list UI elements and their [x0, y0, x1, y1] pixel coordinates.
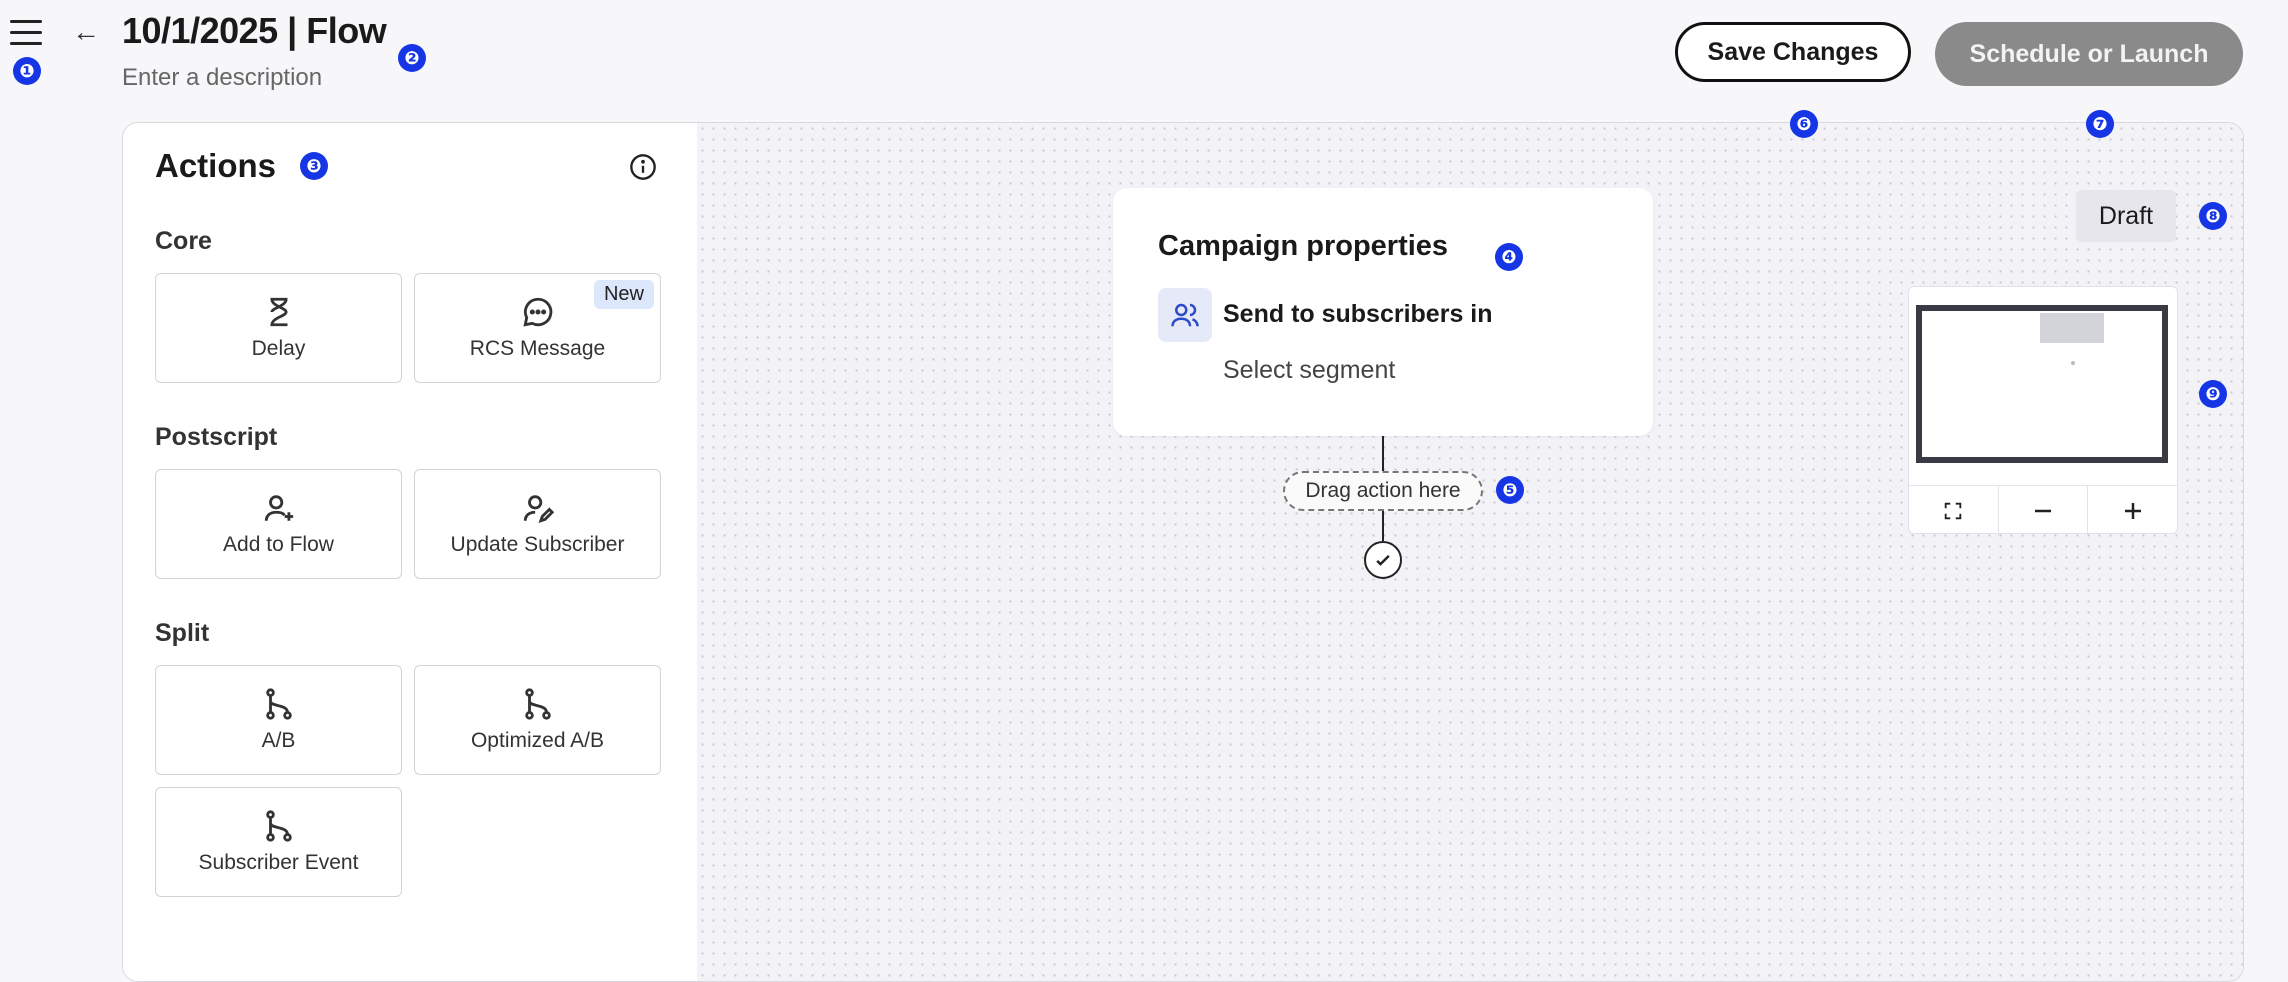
marker-9: ❾ — [2199, 380, 2227, 408]
schedule-launch-button[interactable]: Schedule or Launch — [1935, 22, 2243, 86]
action-label: Optimized A/B — [470, 729, 605, 752]
action-label: Add to Flow — [223, 533, 334, 556]
marker-4: ❹ — [1495, 243, 1523, 271]
action-add-to-flow[interactable]: Add to Flow — [155, 469, 402, 579]
actions-panel: Actions Core Delay New RCS Message Posts… — [123, 123, 698, 981]
users-icon — [1158, 288, 1212, 342]
section-title-split: Split — [155, 619, 210, 647]
hourglass-icon — [270, 297, 288, 327]
new-badge: New — [593, 280, 654, 309]
send-to-label: Send to subscribers in — [1223, 300, 1493, 328]
zoom-out-icon[interactable] — [1999, 486, 2089, 536]
action-label: Subscriber Event — [198, 851, 359, 874]
info-icon[interactable] — [629, 153, 657, 181]
zoom-controls — [1909, 485, 2177, 536]
actions-title: Actions — [155, 147, 277, 184]
connector-line — [1382, 436, 1384, 471]
campaign-properties-card[interactable]: Campaign properties Send to subscribers … — [1113, 188, 1653, 436]
section-title-core: Core — [155, 227, 212, 255]
description-input[interactable]: Enter a description — [122, 64, 322, 92]
action-optimized-ab[interactable]: Optimized A/B — [414, 665, 661, 775]
marker-2: ❷ — [398, 44, 426, 72]
marker-8: ❽ — [2199, 202, 2227, 230]
marker-5: ❺ — [1496, 476, 1524, 504]
zoom-in-icon[interactable] — [2088, 486, 2177, 536]
marker-7: ❼ — [2086, 110, 2114, 138]
action-label: Update Subscriber — [450, 533, 625, 556]
branch-icon — [524, 688, 551, 720]
minimap[interactable] — [1908, 286, 2178, 536]
branch-icon — [265, 688, 292, 720]
minimap-dot — [2071, 361, 2075, 365]
fit-view-icon[interactable] — [1909, 486, 1999, 536]
action-label: A/B — [261, 729, 296, 752]
action-label: Delay — [251, 337, 306, 360]
drag-action-dropzone[interactable]: Drag action here — [1283, 471, 1483, 511]
select-segment-link[interactable]: Select segment — [1223, 356, 1395, 385]
save-changes-button[interactable]: Save Changes — [1675, 22, 1911, 82]
action-update-subscriber[interactable]: Update Subscriber — [414, 469, 661, 579]
connector-line — [1382, 511, 1384, 541]
chat-bubble-icon — [522, 297, 552, 327]
marker-6: ❻ — [1790, 110, 1818, 138]
page-title: 10/1/2025 | Flow — [122, 10, 387, 51]
user-plus-icon — [264, 495, 293, 521]
action-ab-split[interactable]: A/B — [155, 665, 402, 775]
action-label: RCS Message — [469, 337, 606, 360]
user-edit-icon — [523, 495, 554, 523]
marker-3: ❸ — [300, 152, 328, 180]
minimap-node — [2040, 313, 2104, 343]
status-badge: Draft — [2076, 190, 2176, 242]
menu-icon[interactable] — [10, 20, 42, 48]
branch-icon — [265, 810, 292, 842]
action-rcs-message[interactable]: New RCS Message — [414, 273, 661, 383]
marker-1: ❶ — [13, 57, 41, 85]
minimap-viewport[interactable] — [1916, 305, 2168, 463]
end-checkmark-icon — [1364, 541, 1402, 579]
section-title-postscript: Postscript — [155, 423, 278, 451]
back-arrow-icon[interactable]: ← — [72, 16, 104, 48]
action-subscriber-event[interactable]: Subscriber Event — [155, 787, 402, 897]
action-delay[interactable]: Delay — [155, 273, 402, 383]
card-title: Campaign properties — [1158, 230, 1449, 262]
